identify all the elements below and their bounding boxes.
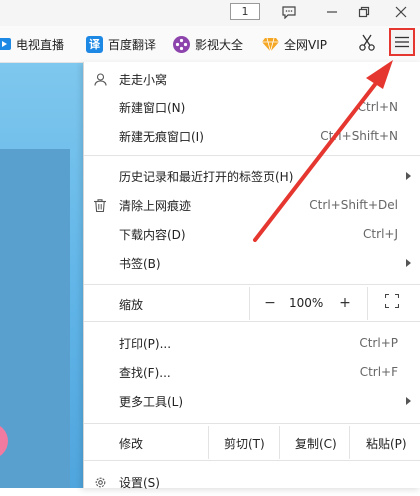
fullscreen-button[interactable]	[383, 293, 401, 312]
page-content	[0, 63, 83, 488]
menu-item-new-incognito-window[interactable]: 新建无痕窗口(I) Ctrl+Shift+N	[84, 122, 420, 150]
menu-item-label: 走走小窝	[119, 72, 168, 87]
fullscreen-icon	[384, 293, 400, 309]
film-reel-icon	[173, 35, 190, 53]
submenu-arrow-icon	[406, 259, 411, 267]
zoom-divider	[249, 287, 250, 320]
hamburger-menu-icon	[395, 36, 409, 48]
menu-item-more-tools[interactable]: 更多工具(L)	[84, 387, 420, 415]
menu-item-shortcut: Ctrl+P	[359, 336, 398, 350]
translate-icon-text: 译	[89, 38, 100, 51]
copy-button[interactable]: 复制(C)	[295, 435, 337, 452]
zoom-divider	[367, 287, 368, 320]
menu-item-label: 查找(F)...	[119, 365, 171, 380]
cut-button[interactable]: 剪切(T)	[224, 435, 265, 452]
menu-item-settings[interactable]: 设置(S)	[84, 468, 420, 496]
bookmark-label: 影视大全	[195, 37, 244, 52]
menu-separator	[84, 460, 420, 461]
menu-item-label: 清除上网痕迹	[119, 198, 192, 213]
submenu-arrow-icon	[406, 172, 411, 180]
bookmark-label: 百度翻译	[108, 37, 157, 52]
title-bar: 1	[0, 0, 420, 26]
zoom-row: 缩放 − 100% +	[84, 287, 420, 320]
menu-item-shortcut: Ctrl+J	[363, 227, 398, 241]
zoom-level: 100%	[289, 296, 324, 310]
edit-divider	[279, 426, 280, 459]
menu-item-downloads[interactable]: 下载内容(D) Ctrl+J	[84, 220, 420, 248]
menu-item-print[interactable]: 打印(P)... Ctrl+P	[84, 329, 420, 357]
menu-item-find[interactable]: 查找(F)... Ctrl+F	[84, 358, 420, 386]
bookmark-video-collection[interactable]: 影视大全	[173, 33, 243, 55]
diamond-icon	[262, 37, 279, 52]
edit-row: 修改 剪切(T) 复制(C) 粘贴(P)	[84, 426, 420, 459]
restore-button[interactable]	[353, 2, 375, 22]
close-icon	[395, 6, 407, 18]
menu-item-label: 书签(B)	[119, 256, 161, 271]
menu-item-shortcut: Ctrl+Shift+Del	[309, 198, 398, 212]
menu-separator	[84, 423, 420, 424]
tab-counter[interactable]: 1	[230, 3, 260, 20]
menu-item-shortcut: Ctrl+F	[359, 365, 398, 379]
feedback-button[interactable]	[278, 2, 300, 22]
restore-icon	[358, 6, 370, 18]
zoom-in-button[interactable]: +	[336, 294, 354, 312]
menu-item-bookmarks[interactable]: 书签(B)	[84, 249, 420, 277]
menu-item-account[interactable]: 走走小窝	[84, 65, 420, 93]
zoom-label: 缩放	[119, 298, 144, 312]
gear-icon	[93, 475, 107, 489]
menu-separator	[84, 284, 420, 285]
menu-item-new-window[interactable]: 新建窗口(N) Ctrl+N	[84, 93, 420, 121]
bookmark-baidu-translate[interactable]: 译 百度翻译	[86, 33, 156, 55]
trash-icon	[93, 198, 107, 212]
screenshot-button[interactable]	[356, 32, 378, 54]
main-menu-button[interactable]	[389, 28, 415, 56]
bookmark-label: 全网VIP	[284, 37, 327, 52]
bookmark-label: 电视直播	[16, 37, 65, 52]
paste-button[interactable]: 粘贴(P)	[366, 435, 407, 452]
menu-separator	[84, 321, 420, 322]
edit-divider	[349, 426, 350, 459]
menu-separator	[84, 155, 420, 156]
minimize-icon	[327, 11, 337, 13]
page-banner	[0, 149, 70, 488]
edit-divider	[208, 426, 209, 459]
translate-icon: 译	[86, 35, 103, 53]
menu-item-label: 新建无痕窗口(I)	[119, 129, 204, 144]
tv-play-icon	[0, 37, 11, 51]
scissors-icon	[359, 34, 375, 51]
bookmark-tv-live[interactable]: 电视直播	[0, 33, 64, 55]
user-icon	[93, 72, 107, 86]
menu-item-history[interactable]: 历史记录和最近打开的标签页(H)	[84, 162, 420, 190]
menu-item-label: 下载内容(D)	[119, 227, 186, 242]
menu-item-label: 新建窗口(N)	[119, 100, 186, 115]
submenu-arrow-icon	[406, 397, 411, 405]
menu-item-shortcut: Ctrl+N	[357, 100, 398, 114]
main-menu-dropdown: 走走小窝 新建窗口(N) Ctrl+N 新建无痕窗口(I) Ctrl+Shift…	[83, 62, 420, 490]
chat-bubble-icon	[282, 5, 296, 19]
bookmark-vip[interactable]: 全网VIP	[262, 33, 327, 55]
minimize-button[interactable]	[321, 2, 343, 22]
menu-item-label: 更多工具(L)	[119, 394, 184, 409]
edit-label: 修改	[119, 437, 144, 451]
close-button[interactable]	[390, 2, 412, 22]
menu-item-label: 打印(P)...	[119, 336, 172, 351]
menu-item-shortcut: Ctrl+Shift+N	[320, 129, 398, 143]
zoom-out-button[interactable]: −	[261, 294, 279, 312]
menu-item-label: 历史记录和最近打开的标签页(H)	[119, 169, 294, 184]
menu-item-clear-browsing-data[interactable]: 清除上网痕迹 Ctrl+Shift+Del	[84, 191, 420, 219]
